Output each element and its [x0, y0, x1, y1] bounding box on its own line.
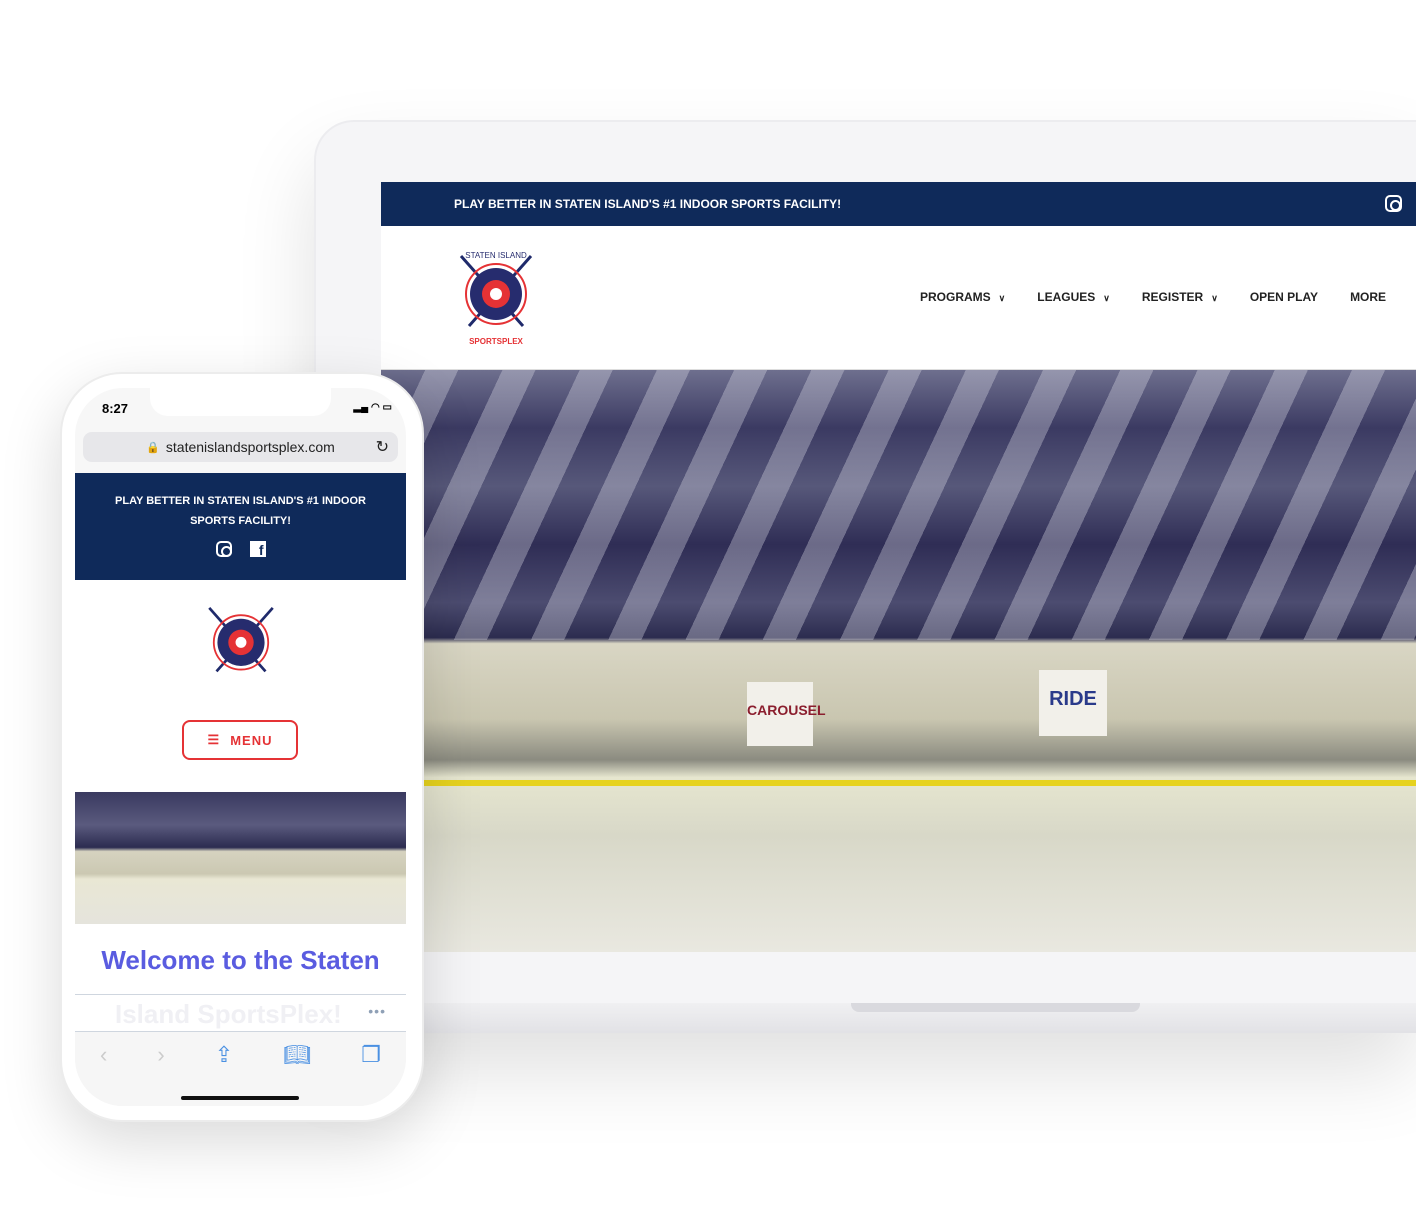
ceiling [381, 370, 1416, 640]
announcement-text: PLAY BETTER IN STATEN ISLAND'S #1 INDOOR… [454, 197, 842, 211]
nav-leagues[interactable]: LEAGUES ∨ [1037, 290, 1110, 304]
nav-programs[interactable]: PROGRAMS ∨ [920, 290, 1005, 304]
chevron-down-icon: ∨ [1211, 293, 1218, 303]
mobile-hero-image [75, 792, 406, 924]
mobile-announcement-bar: PLAY BETTER IN STATEN ISLAND'S #1 INDOOR… [75, 473, 406, 580]
nav-more[interactable]: MORE [1350, 290, 1386, 304]
tabs-icon[interactable]: ❐ [361, 1042, 381, 1106]
instagram-icon[interactable] [215, 541, 232, 557]
sportsplex-logo[interactable]: STATEN ISLAND SPORTSPLEX [453, 248, 539, 348]
mobile-website: 8:27 ▂▄ ◠ ▭ 🔒 statenislandsportsplex.com… [75, 388, 406, 1106]
desktop-website: PLAY BETTER IN STATEN ISLAND'S #1 INDOOR… [381, 182, 1416, 952]
chevron-down-icon: ∨ [998, 293, 1006, 303]
svg-text:SPORTSPLEX: SPORTSPLEX [469, 337, 523, 346]
main-nav: PROGRAMS ∨ LEAGUES ∨ REGISTER ∨ OPEN PLAY M… [920, 290, 1386, 304]
url-bar[interactable]: 🔒 statenislandsportsplex.com ↻ [83, 432, 398, 462]
sportsplex-logo[interactable] [202, 600, 280, 692]
rink-rail [381, 780, 1416, 786]
svg-text:STATEN ISLAND: STATEN ISLAND [465, 251, 527, 260]
status-bar: 8:27 ▂▄ ◠ ▭ [75, 388, 406, 432]
menu-button[interactable]: ☰ MENU [182, 720, 298, 760]
phone-notch [150, 388, 331, 416]
clock: 8:27 [102, 401, 129, 416]
facebook-icon[interactable]: f [249, 541, 266, 558]
ride-banner: RIDE [1039, 670, 1107, 736]
find-bar: Island SportsPlex! ••• [75, 994, 406, 1032]
signal-wifi-battery-icon: ▂▄ ◠ ▭ [353, 402, 392, 413]
laptop-notch [851, 1003, 1140, 1012]
carousel-banner: CAROUSEL [747, 682, 826, 746]
forward-icon[interactable]: › [157, 1042, 164, 1106]
more-icon[interactable]: ••• [368, 1003, 386, 1019]
announcement-text: PLAY BETTER IN STATEN ISLAND'S #1 INDOOR… [115, 495, 366, 527]
hero-arena-image: CAROUSEL RIDE [381, 370, 1416, 952]
instagram-icon[interactable] [1385, 195, 1402, 212]
chevron-down-icon: ∨ [1103, 293, 1110, 303]
back-icon[interactable]: ‹ [100, 1042, 107, 1106]
safari-toolbar: ‹ › ⇪ 📖︎ ❐ [75, 1032, 406, 1106]
home-indicator [181, 1096, 299, 1100]
hamburger-icon: ☰ [207, 732, 221, 747]
nav-open-play[interactable]: OPEN PLAY [1250, 290, 1318, 304]
nav-register[interactable]: REGISTER ∨ [1142, 290, 1218, 304]
welcome-heading: Welcome to the Staten [75, 924, 406, 994]
reload-icon[interactable]: ↻ [376, 437, 389, 457]
site-header: STATEN ISLAND SPORTSPLEX PROGRAMS ∨ LEAGU… [381, 226, 1416, 370]
lock-icon: 🔒 [146, 441, 160, 454]
announcement-bar: PLAY BETTER IN STATEN ISLAND'S #1 INDOOR… [381, 182, 1416, 226]
url-text: statenislandsportsplex.com [165, 439, 335, 455]
mobile-header: ☰ MENU [75, 580, 406, 792]
